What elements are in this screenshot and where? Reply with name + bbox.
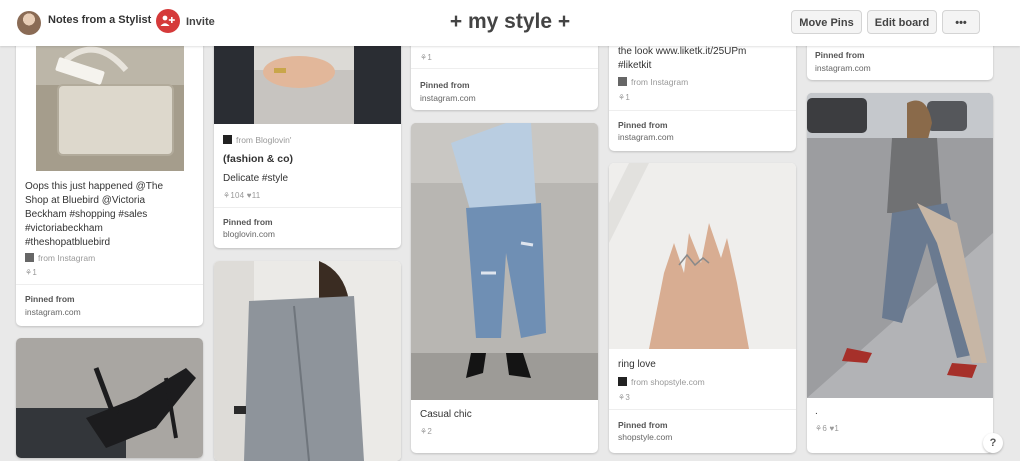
instagram-icon <box>25 253 34 262</box>
pinned-from-label: Pinned from <box>223 217 273 227</box>
description-line: #liketkit <box>618 60 652 71</box>
description-line: #victoriabeckham <box>25 223 103 234</box>
pin-description: . <box>815 406 818 417</box>
description-line: Oops this just happened @The <box>25 181 164 192</box>
pin-image-heels[interactable] <box>16 338 203 458</box>
pin-domain-link[interactable]: instagram.com <box>25 307 81 317</box>
pin-stats: ⚘104 ♥11 <box>223 191 261 200</box>
divider <box>16 284 203 285</box>
pin-stats: ⚘2 <box>420 427 433 436</box>
pin-card[interactable] <box>16 338 203 458</box>
divider <box>609 110 796 111</box>
shopstyle-icon <box>618 377 627 386</box>
instagram-icon <box>618 77 627 86</box>
pin-description: Casual chic <box>420 409 472 420</box>
pin-image-ring[interactable] <box>609 163 796 349</box>
pin-description: Oops this just happened @The Shop at Blu… <box>25 180 197 250</box>
pinned-from-label: Pinned from <box>618 120 668 130</box>
pinned-from-label: Pinned from <box>618 420 668 430</box>
description-line: #theshopatbluebird <box>25 237 111 248</box>
pin-stats: ⚘3 <box>618 393 631 402</box>
divider <box>411 68 598 69</box>
bloglovin-icon <box>223 135 232 144</box>
description-line: Shop at Bluebird @Victoria <box>25 195 146 206</box>
help-button[interactable]: ? <box>983 433 1003 453</box>
pin-card[interactable]: Casual chic ⚘2 <box>411 123 598 453</box>
pin-stats: ⚘1 <box>25 268 38 277</box>
ellipsis-icon: ••• <box>955 17 967 29</box>
more-options-button[interactable]: ••• <box>942 10 980 34</box>
pin-image-grey-shirt[interactable] <box>214 261 401 461</box>
pin-domain-link[interactable]: shopstyle.com <box>618 432 672 442</box>
edit-board-button[interactable]: Edit board <box>867 10 937 34</box>
pin-card[interactable] <box>214 261 401 461</box>
pin-stats: ⚘6 ♥1 <box>815 424 840 433</box>
pin-card[interactable]: . ⚘6 ♥1 <box>807 93 993 453</box>
pin-domain-link[interactable]: bloglovin.com <box>223 229 275 239</box>
pin-description: Delicate #style <box>223 173 289 184</box>
pinned-from-label: Pinned from <box>815 50 865 60</box>
description-line: Beckham #shopping #sales <box>25 209 148 220</box>
pin-domain-link[interactable]: instagram.com <box>815 63 871 73</box>
pin-source[interactable]: from Bloglovin' <box>223 135 291 145</box>
pin-source[interactable]: from shopstyle.com <box>618 377 705 387</box>
pin-image-handbag[interactable] <box>16 30 203 171</box>
description-line: the look www.liketk.it/25UPm <box>618 46 747 57</box>
pin-image-ripped-jeans[interactable] <box>411 123 598 400</box>
pin-card[interactable]: from Bloglovin' (fashion & co) Delicate … <box>214 30 401 248</box>
pin-card[interactable]: the look www.liketk.it/25UPm #liketkit f… <box>609 30 796 151</box>
pin-source[interactable]: from Instagram <box>618 77 688 87</box>
divider <box>609 409 796 410</box>
pin-description: the look www.liketk.it/25UPm #liketkit <box>618 45 790 73</box>
pin-stats: ⚘1 <box>618 93 631 102</box>
move-pins-button[interactable]: Move Pins <box>791 10 862 34</box>
pin-image-street-style[interactable] <box>807 93 993 398</box>
pin-card[interactable]: Oops this just happened @The Shop at Blu… <box>16 30 203 326</box>
pin-domain-link[interactable]: instagram.com <box>420 93 476 103</box>
pin-stats: ⚘1 <box>420 53 433 62</box>
pin-description: ring love <box>618 359 656 370</box>
board-header: Notes from a Stylist Invite + my style +… <box>0 0 1020 46</box>
pinned-from-label: Pinned from <box>420 80 470 90</box>
pin-title: (fashion & co) <box>223 153 293 165</box>
pin-card[interactable]: ring love from shopstyle.com ⚘3 Pinned f… <box>609 163 796 453</box>
pin-domain-link[interactable]: instagram.com <box>618 132 674 142</box>
pinned-from-label: Pinned from <box>25 294 75 304</box>
pin-source[interactable]: from Instagram <box>25 253 95 263</box>
divider <box>214 207 401 208</box>
